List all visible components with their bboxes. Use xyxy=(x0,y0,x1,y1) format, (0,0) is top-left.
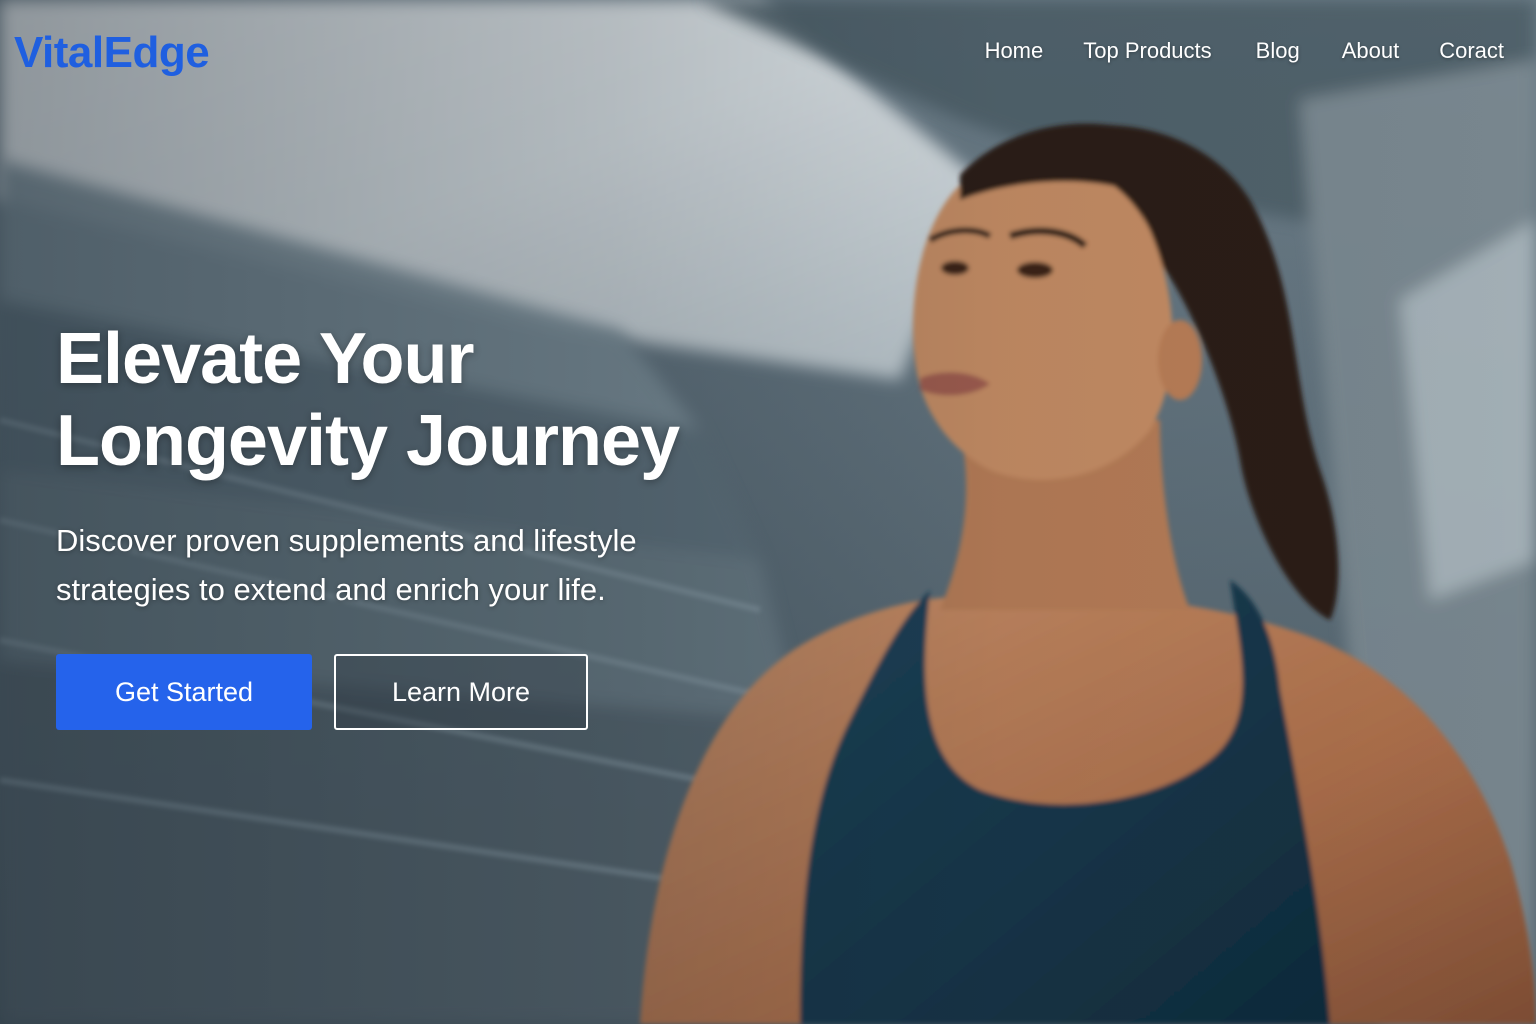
brand-logo[interactable]: VitalEdge xyxy=(14,28,210,78)
site-header: VitalEdge Home Top Products Blog About C… xyxy=(0,0,1536,104)
landing-page: VitalEdge Home Top Products Blog About C… xyxy=(0,0,1536,1024)
hero-section: Elevate Your Longevity Journey Discover … xyxy=(56,318,776,614)
get-started-button[interactable]: Get Started xyxy=(56,654,312,730)
hero-title: Elevate Your Longevity Journey xyxy=(56,318,776,482)
hero-title-line-2: Longevity Journey xyxy=(56,401,680,481)
hero-cta-group: Get Started Learn More xyxy=(56,654,588,730)
nav-link-contact[interactable]: Coract xyxy=(1439,38,1504,64)
hero-subtitle: Discover proven supplements and lifestyl… xyxy=(56,523,637,607)
nav-link-top-products[interactable]: Top Products xyxy=(1083,38,1211,64)
learn-more-button[interactable]: Learn More xyxy=(334,654,588,730)
hero-title-line-1: Elevate Your xyxy=(56,319,475,399)
nav-link-home[interactable]: Home xyxy=(985,38,1044,64)
main-nav: Home Top Products Blog About Coract xyxy=(985,38,1504,64)
nav-link-blog[interactable]: Blog xyxy=(1256,38,1300,64)
nav-link-about[interactable]: About xyxy=(1342,38,1400,64)
